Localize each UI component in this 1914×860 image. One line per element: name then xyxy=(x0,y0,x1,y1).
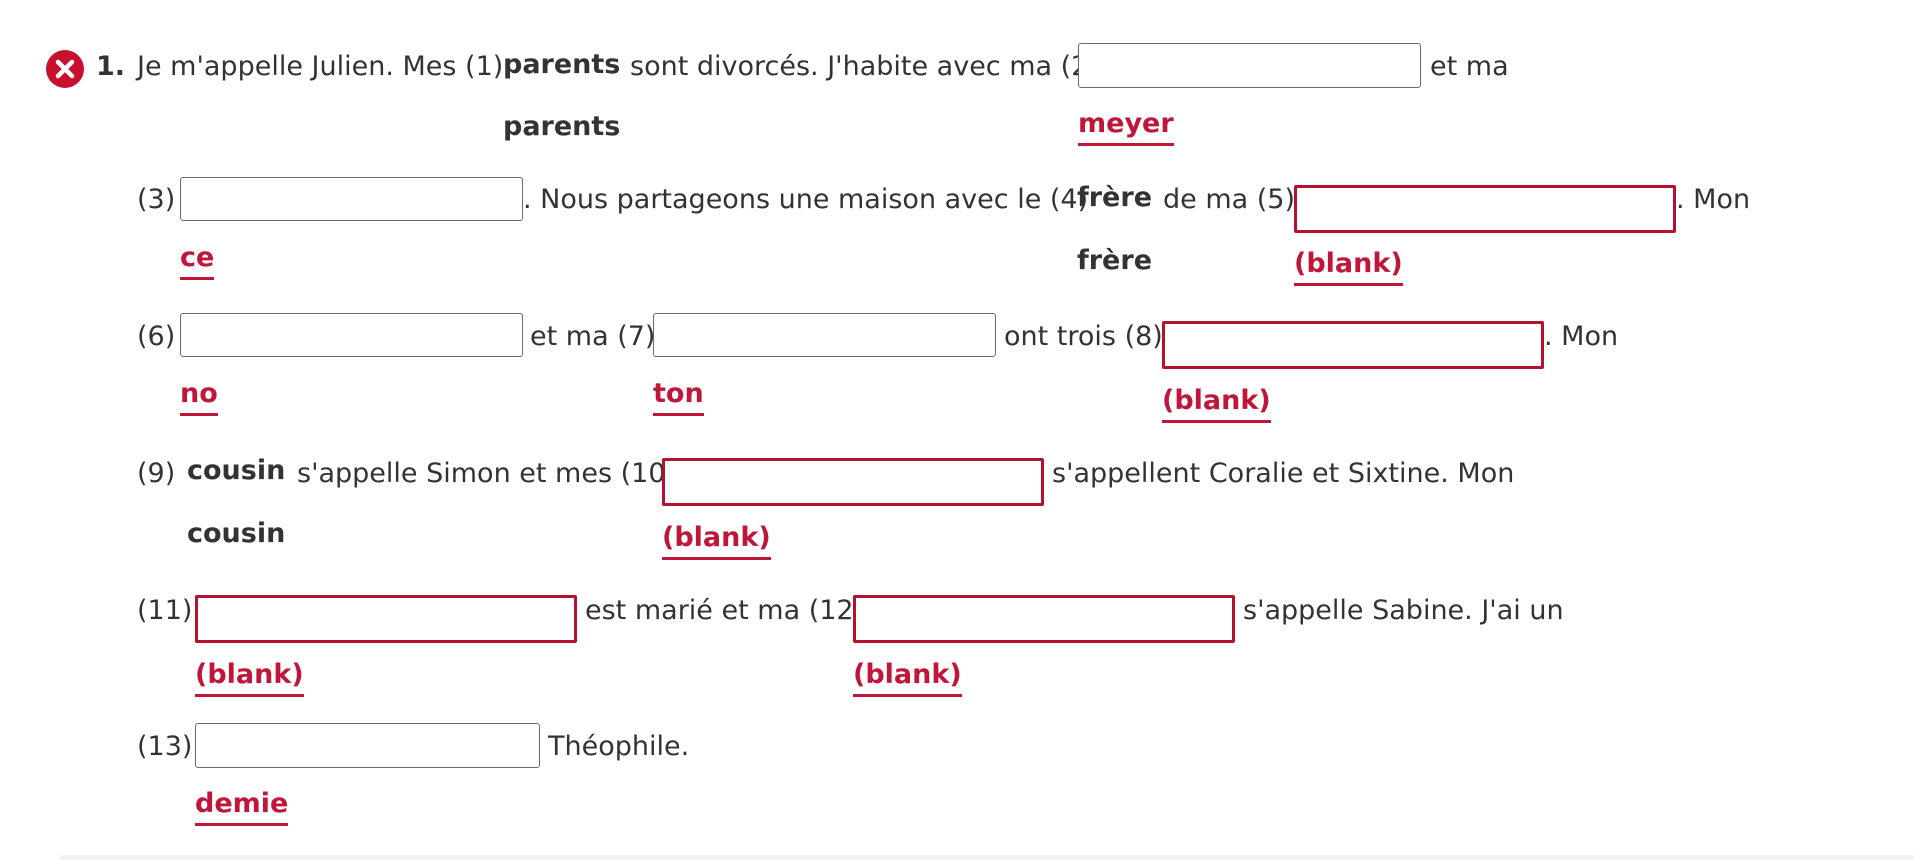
correct-answer-9: cousin xyxy=(187,518,286,549)
correct-answer-1: parents xyxy=(503,111,621,142)
sentence-text: s'appelle Simon et mes (10) xyxy=(297,458,677,489)
sentence-text: est marié et ma (12) xyxy=(585,595,865,626)
blank-12-input[interactable] xyxy=(853,595,1235,643)
sentence-text: . Mon xyxy=(1544,321,1619,352)
sentence-text: sont divorcés. J'habite avec ma (2) xyxy=(630,51,1099,82)
response-12: (blank) xyxy=(853,661,962,697)
response-10: (blank) xyxy=(662,524,771,560)
blank-7-input[interactable] xyxy=(653,313,996,357)
question-number: 1. xyxy=(96,51,126,82)
sentence-text: . Nous partageons une maison avec le (4) xyxy=(523,184,1089,215)
correct-answer-4: frère xyxy=(1077,245,1153,276)
sentence-text: (11) xyxy=(137,595,193,626)
blank-8-input[interactable] xyxy=(1162,321,1544,369)
response-13: demie xyxy=(195,790,289,826)
blank-11-input[interactable] xyxy=(195,595,577,643)
sentence-text: s'appelle Sabine. J'ai un xyxy=(1243,595,1564,626)
sentence-text: (6) xyxy=(137,321,176,352)
sentence-text: . Mon xyxy=(1676,184,1751,215)
sentence-text: de ma (5) xyxy=(1163,184,1296,215)
given-word-9: cousin xyxy=(187,455,286,486)
blank-6-input[interactable] xyxy=(180,313,523,357)
response-5: (blank) xyxy=(1294,250,1403,286)
blank-2-input[interactable] xyxy=(1078,43,1421,88)
blank-3-input[interactable] xyxy=(180,177,523,221)
sentence-text: ont trois (8) xyxy=(1004,321,1163,352)
response-6: no xyxy=(180,380,218,416)
divider xyxy=(60,855,1914,860)
given-word-1: parents xyxy=(503,49,621,80)
response-2: meyer xyxy=(1078,110,1174,146)
sentence-text: s'appellent Coralie et Sixtine. Mon xyxy=(1052,458,1515,489)
error-x-icon xyxy=(46,50,84,88)
given-word-4: frère xyxy=(1077,182,1153,213)
response-8: (blank) xyxy=(1162,387,1271,423)
blank-5-input[interactable] xyxy=(1294,185,1676,233)
sentence-text: Je m'appelle Julien. Mes (1) xyxy=(137,51,504,82)
sentence-text: (3) xyxy=(137,184,176,215)
response-3: ce xyxy=(180,244,215,280)
blank-10-input[interactable] xyxy=(662,458,1044,506)
response-11: (blank) xyxy=(195,661,304,697)
sentence-text: et ma (7) xyxy=(530,321,656,352)
sentence-text: Théophile. xyxy=(548,731,690,762)
response-7: ton xyxy=(653,380,704,416)
sentence-text: (9) xyxy=(137,458,176,489)
sentence-text: (13) xyxy=(137,731,193,762)
blank-13-input[interactable] xyxy=(195,723,540,768)
sentence-text: et ma xyxy=(1430,51,1509,82)
question-panel: 1. Je m'appelle Julien. Mes (1) parents … xyxy=(0,0,1914,860)
